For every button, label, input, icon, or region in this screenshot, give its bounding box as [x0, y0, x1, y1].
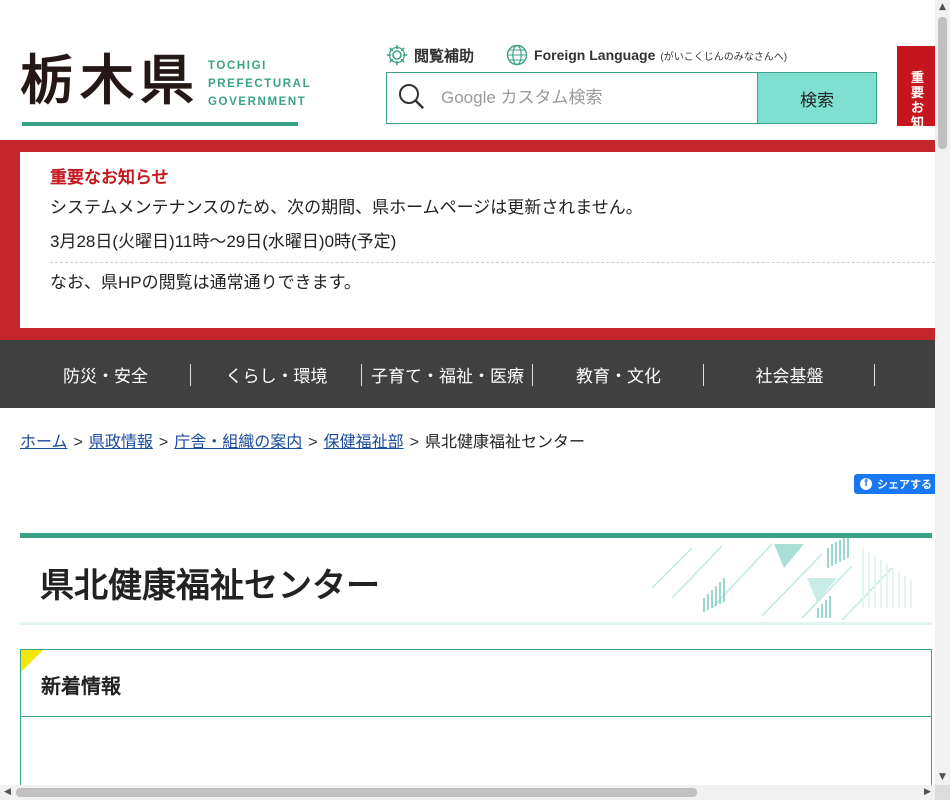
search-input[interactable] — [441, 88, 741, 108]
horizontal-scrollbar[interactable]: ◀ ▶ — [0, 785, 935, 800]
breadcrumb-link-home[interactable]: ホーム — [20, 434, 68, 451]
scroll-left-icon[interactable]: ◀ — [0, 785, 15, 800]
breadcrumb-link-prefecture[interactable]: 県政情報 — [89, 434, 153, 451]
logo-kanji: 栃木県 — [20, 48, 200, 112]
notice-panel: 重要なお知らせ システムメンテナンスのため、次の期間、県ホームページは更新されま… — [20, 152, 935, 328]
news-header: 新着情報 — [21, 650, 931, 717]
important-notice-button[interactable]: 重要お知 — [897, 46, 935, 126]
logo-en-line: PREFECTURAL — [208, 78, 312, 90]
breadcrumb-separator: > — [409, 434, 419, 451]
reading-assist-link[interactable]: 閲覧補助 — [386, 44, 474, 66]
search-icon — [397, 82, 425, 114]
important-notice: 重要なお知らせ システムメンテナンスのため、次の期間、県ホームページは更新されま… — [0, 140, 935, 340]
nav-item-education[interactable]: 教育・文化 — [533, 340, 704, 408]
news-title: 新着情報 — [41, 676, 121, 698]
news-section: 新着情報 — [20, 649, 932, 800]
scroll-up-icon[interactable]: ▲ — [935, 0, 950, 15]
page-title-block: 県北健康福祉センター — [20, 533, 932, 625]
gear-icon — [386, 44, 408, 66]
site-logo[interactable]: 栃木県 TOCHIGI PREFECTURAL GOVERNMENT — [20, 48, 310, 130]
globe-icon — [506, 44, 528, 66]
utility-links: 閲覧補助 Foreign Language (がいこくじんのみなさんへ) — [386, 42, 787, 68]
scrollbar-thumb[interactable] — [16, 788, 697, 797]
foreign-language-link[interactable]: Foreign Language (がいこくじんのみなさんへ) — [506, 44, 787, 66]
logo-en-line: TOCHIGI — [208, 60, 267, 72]
reading-assist-label: 閲覧補助 — [414, 47, 475, 65]
logo-english: TOCHIGI PREFECTURAL GOVERNMENT — [208, 57, 311, 111]
nav-label: くらし・環境 — [225, 366, 328, 386]
nav-item-welfare[interactable]: 子育て・福祉・医療 — [362, 340, 533, 408]
foreign-language-label: Foreign Language — [534, 47, 656, 63]
global-nav: 防災・安全 くらし・環境 子育て・福祉・医療 教育・文化 社会基盤 産業 — [0, 340, 935, 408]
breadcrumb-separator: > — [73, 434, 83, 451]
notice-text: なお、県HPの閲覧は通常通りできます。 — [50, 273, 361, 292]
logo-underline — [22, 122, 298, 126]
scroll-down-icon[interactable]: ▼ — [935, 770, 950, 785]
nav-label: 社会基盤 — [755, 366, 824, 386]
nav-label: 教育・文化 — [576, 366, 661, 386]
scrollbar-thumb[interactable] — [938, 17, 947, 149]
logo-en-line: GOVERNMENT — [208, 96, 307, 108]
corner-accent — [21, 650, 43, 672]
breadcrumb-link-health-dept[interactable]: 保健福祉部 — [324, 434, 404, 451]
facebook-icon: f — [860, 478, 872, 490]
nav-item-living[interactable]: くらし・環境 — [191, 340, 362, 408]
scroll-right-icon[interactable]: ▶ — [920, 785, 935, 800]
page-title: 県北健康福祉センター — [40, 567, 380, 605]
vertical-scrollbar[interactable]: ▲ ▼ — [935, 0, 950, 785]
scrollbar-corner — [935, 785, 950, 800]
notice-period: 3月28日(火曜日)11時〜29日(水曜日)0時(予定) — [50, 228, 935, 263]
notice-text: システムメンテナンスのため、次の期間、県ホームページは更新されません。 — [50, 198, 643, 217]
facebook-share-button[interactable]: f シェアする — [854, 474, 944, 494]
site-search: 検索 — [386, 72, 877, 124]
nav-item-infrastructure[interactable]: 社会基盤 — [704, 340, 875, 408]
nav-item-industry[interactable]: 産業 — [875, 340, 935, 408]
breadcrumb-separator: > — [158, 434, 169, 451]
nav-label: 防災・安全 — [63, 366, 148, 386]
search-box — [386, 72, 758, 124]
breadcrumb: ホーム > 県政情報 > 庁舎・組織の案内 > 保健福祉部 > 県北健康福祉センター — [20, 428, 585, 452]
breadcrumb-current: 県北健康福祉センター — [424, 434, 585, 451]
breadcrumb-link-offices[interactable]: 庁舎・組織の案内 — [174, 434, 302, 451]
nav-item-safety[interactable]: 防災・安全 — [0, 340, 191, 408]
foreign-language-note: (がいこくじんのみなさんへ) — [660, 51, 788, 63]
site-header: 栃木県 TOCHIGI PREFECTURAL GOVERNMENT 閲覧補助 — [0, 0, 935, 140]
share-label: シェアする — [877, 479, 932, 491]
notice-title: 重要なお知らせ — [50, 168, 169, 187]
breadcrumb-separator: > — [308, 434, 318, 451]
title-decoration — [652, 538, 912, 621]
nav-label: 子育て・福祉・医療 — [371, 366, 524, 386]
search-button[interactable]: 検索 — [758, 72, 877, 124]
